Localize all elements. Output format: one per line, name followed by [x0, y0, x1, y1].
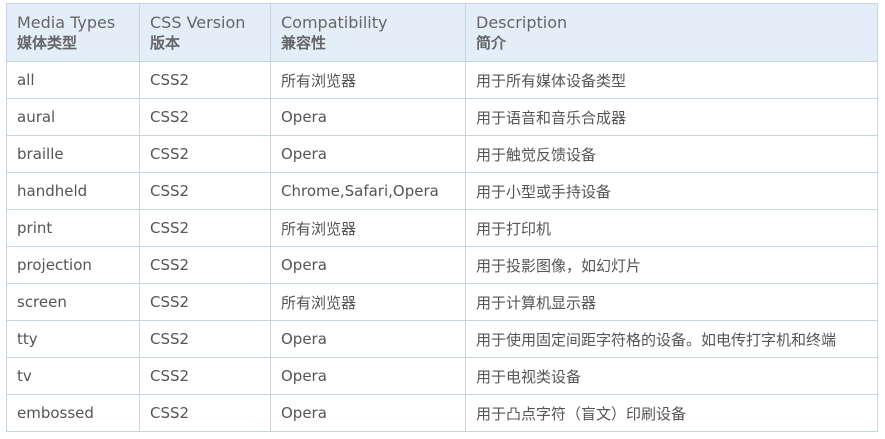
header-description-zh: 简介 — [476, 33, 507, 52]
cell-css-version: CSS2 — [139, 209, 271, 247]
cell-media-type: screen — [6, 283, 140, 321]
header-media-types-zh: 媒体类型 — [17, 33, 78, 52]
cell-description: 用于语音和音乐合成器 — [465, 98, 878, 136]
cell-compatibility: Opera — [270, 246, 466, 284]
cell-description: 用于小型或手持设备 — [465, 172, 878, 210]
cell-css-version: CSS2 — [139, 246, 271, 284]
header-css-version-zh: 版本 — [150, 33, 181, 52]
table-row: handheld CSS2 Chrome,Safari,Opera 用于小型或手… — [6, 172, 878, 210]
cell-description: 用于触觉反馈设备 — [465, 135, 878, 173]
cell-css-version: CSS2 — [139, 357, 271, 395]
cell-description: 用于电视类设备 — [465, 357, 878, 395]
cell-media-type: tv — [6, 357, 140, 395]
table-row: embossed CSS2 Opera 用于凸点字符（盲文）印刷设备 — [6, 394, 878, 432]
header-compatibility-zh: 兼容性 — [281, 33, 327, 52]
header-css-version-en: CSS Version — [150, 12, 246, 32]
cell-media-type: projection — [6, 246, 140, 284]
cell-compatibility: Opera — [270, 98, 466, 136]
header-row: Media Types 媒体类型 CSS Version 版本 Compatib… — [6, 3, 878, 62]
cell-compatibility: 所有浏览器 — [270, 61, 466, 99]
cell-media-type: handheld — [6, 172, 140, 210]
cell-media-type: embossed — [6, 394, 140, 432]
cell-compatibility: Opera — [270, 357, 466, 395]
cell-css-version: CSS2 — [139, 135, 271, 173]
header-description-en: Description — [476, 12, 568, 32]
cell-compatibility: Opera — [270, 135, 466, 173]
cell-description: 用于计算机显示器 — [465, 283, 878, 321]
cell-css-version: CSS2 — [139, 320, 271, 358]
header-compatibility-en: Compatibility — [281, 12, 388, 32]
table-row: tv CSS2 Opera 用于电视类设备 — [6, 357, 878, 395]
cell-media-type: all — [6, 61, 140, 99]
cell-description: 用于所有媒体设备类型 — [465, 61, 878, 99]
cell-media-type: tty — [6, 320, 140, 358]
cell-description: 用于使用固定间距字符格的设备。如电传打字机和终端 — [465, 320, 878, 358]
header-compatibility: Compatibility 兼容性 — [270, 3, 466, 62]
cell-css-version: CSS2 — [139, 61, 271, 99]
table-body: all CSS2 所有浏览器 用于所有媒体设备类型 aural CSS2 Ope… — [6, 61, 878, 432]
cell-css-version: CSS2 — [139, 98, 271, 136]
table-row: braille CSS2 Opera 用于触觉反馈设备 — [6, 135, 878, 173]
table-row: tty CSS2 Opera 用于使用固定间距字符格的设备。如电传打字机和终端 — [6, 320, 878, 358]
cell-media-type: braille — [6, 135, 140, 173]
cell-compatibility: Chrome,Safari,Opera — [270, 172, 466, 210]
cell-css-version: CSS2 — [139, 283, 271, 321]
cell-css-version: CSS2 — [139, 394, 271, 432]
cell-compatibility: Opera — [270, 320, 466, 358]
cell-media-type: aural — [6, 98, 140, 136]
cell-description: 用于凸点字符（盲文）印刷设备 — [465, 394, 878, 432]
media-types-table: Media Types 媒体类型 CSS Version 版本 Compatib… — [6, 3, 878, 432]
header-description: Description 简介 — [465, 3, 878, 62]
cell-compatibility: 所有浏览器 — [270, 209, 466, 247]
cell-css-version: CSS2 — [139, 172, 271, 210]
table-row: aural CSS2 Opera 用于语音和音乐合成器 — [6, 98, 878, 136]
header-css-version: CSS Version 版本 — [139, 3, 271, 62]
table-row: all CSS2 所有浏览器 用于所有媒体设备类型 — [6, 61, 878, 99]
cell-description: 用于打印机 — [465, 209, 878, 247]
cell-compatibility: 所有浏览器 — [270, 283, 466, 321]
cell-media-type: print — [6, 209, 140, 247]
table-row: print CSS2 所有浏览器 用于打印机 — [6, 209, 878, 247]
table-row: projection CSS2 Opera 用于投影图像，如幻灯片 — [6, 246, 878, 284]
cell-compatibility: Opera — [270, 394, 466, 432]
page: Media Types 媒体类型 CSS Version 版本 Compatib… — [0, 0, 885, 432]
cell-description: 用于投影图像，如幻灯片 — [465, 246, 878, 284]
table-row: screen CSS2 所有浏览器 用于计算机显示器 — [6, 283, 878, 321]
header-media-types-en: Media Types — [17, 12, 116, 32]
table-header: Media Types 媒体类型 CSS Version 版本 Compatib… — [6, 3, 878, 62]
header-media-types: Media Types 媒体类型 — [6, 3, 140, 62]
